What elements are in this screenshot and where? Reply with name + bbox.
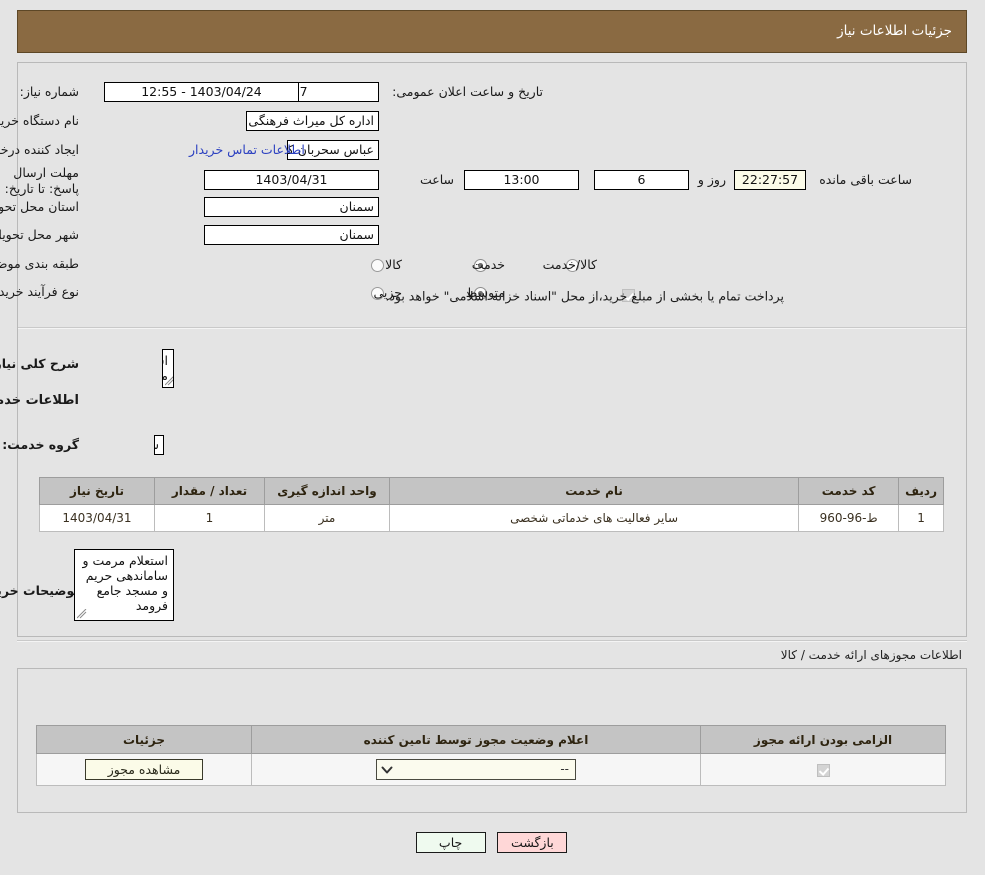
- announce-datetime-value: 1403/04/24 - 12:55: [105, 82, 300, 102]
- back-button[interactable]: بازگشت: [498, 832, 569, 853]
- permit-status-value: --: [561, 762, 570, 776]
- cell-unit: متر: [265, 504, 391, 532]
- cell-name: سایر فعالیت های خدماتی شخصی: [389, 504, 801, 532]
- general-description-textarea[interactable]: استعلام مرمت و ساماندهی حریم و مسجد جامع…: [163, 349, 175, 388]
- treasury-bonds-note: پرداخت تمام یا بخشی از مبلغ خرید،از محل …: [386, 288, 785, 304]
- service-items-table: ردیف کد خدمت نام خدمت واحد اندازه گیری ت…: [40, 477, 945, 532]
- purchase-process-label: نوع فرآیند خرید :: [0, 284, 80, 299]
- buyer-notes-label: توضیحات خریدار:: [0, 583, 80, 598]
- radio-category-kala-khedmat-label: کالا/خدمت: [543, 257, 598, 272]
- delivery-province-value: سمنان: [205, 197, 380, 217]
- buyer-org-value: اداره کل میراث فرهنگی صنایع دستی و گردشگ…: [247, 111, 380, 131]
- permits-row: -- مشاهده مجوز: [37, 753, 947, 786]
- col-permit-status: اعلام وضعیت مجوز توسط تامین کننده: [252, 725, 702, 754]
- col-date: تاریخ نیاز: [40, 477, 156, 505]
- section-divider: [18, 640, 968, 642]
- request-creator-label: ایجاد کننده درخواست:: [0, 142, 80, 157]
- page-title: جزئیات اطلاعات نیاز: [838, 23, 953, 39]
- buyer-org-label: نام دستگاه خریدار:: [0, 113, 80, 128]
- permits-table: الزامی بودن ارائه مجوز اعلام وضعیت مجوز …: [37, 725, 947, 786]
- resize-grip-icon[interactable]: [166, 376, 174, 386]
- cell-radif: 1: [899, 504, 945, 532]
- remaining-days-value: 6: [595, 170, 690, 190]
- delivery-city-label: شهر محل تحویل:: [0, 227, 80, 242]
- print-button[interactable]: چاپ: [416, 832, 487, 853]
- permit-status-select[interactable]: --: [377, 759, 577, 780]
- remaining-days-suffix: روز و: [698, 172, 727, 187]
- chevron-down-icon: [382, 763, 394, 775]
- col-quantity: تعداد / مقدار: [155, 477, 266, 505]
- cell-permit-status: --: [252, 753, 702, 786]
- service-group-value: سایر فعالیت‌های خدماتی: [155, 435, 165, 455]
- cell-permit-required: [701, 753, 947, 786]
- radio-category-khedmat-label: خدمت: [472, 257, 506, 272]
- deadline-date-value: 1403/04/31: [205, 170, 380, 190]
- view-permit-button[interactable]: مشاهده مجوز: [85, 759, 205, 780]
- cell-permit-details: مشاهده مجوز: [37, 753, 253, 786]
- buyer-contact-link[interactable]: اطلاعات تماس خریدار: [190, 142, 306, 157]
- deadline-hour-label: ساعت: [420, 172, 455, 187]
- cell-code: ط-96-960: [799, 504, 901, 532]
- col-unit: واحد اندازه گیری: [265, 477, 391, 505]
- page-root: anaTender .net جزئیات اطلاعات نیاز شماره…: [0, 0, 985, 875]
- cell-quantity: 1: [155, 504, 266, 532]
- col-radif: ردیف: [899, 477, 945, 505]
- announce-datetime-label: تاریخ و ساعت اعلان عمومی:: [393, 84, 544, 99]
- general-description-label: شرح کلی نیاز:: [0, 356, 80, 371]
- buyer-notes-value: استعلام مرمت و ساماندهی حریم و مسجد جامع…: [83, 553, 170, 613]
- col-permit-details: جزئیات: [37, 725, 253, 754]
- need-number-label: شماره نیاز:: [20, 84, 80, 99]
- col-code: کد خدمت: [799, 477, 901, 505]
- deadline-hour-value: 13:00: [465, 170, 580, 190]
- table-header-row: ردیف کد خدمت نام خدمت واحد اندازه گیری ت…: [40, 477, 945, 505]
- services-section-title: اطلاعات خدمات مورد نیاز: [0, 393, 80, 408]
- window-title-bar: جزئیات اطلاعات نیاز: [18, 10, 968, 53]
- cell-date: 1403/04/31: [40, 504, 156, 532]
- remaining-time-suffix: ساعت باقی مانده: [820, 172, 913, 187]
- radio-category-kala-label: کالا: [386, 257, 403, 272]
- radio-category-kala[interactable]: [372, 259, 385, 272]
- response-deadline-label: مهلت ارسال پاسخ: تا تاریخ:: [5, 165, 80, 196]
- buyer-notes-textarea[interactable]: استعلام مرمت و ساماندهی حریم و مسجد جامع…: [75, 549, 175, 621]
- remaining-time-value: 22:27:57: [735, 170, 807, 190]
- footer-button-bar: بازگشت چاپ: [0, 832, 985, 853]
- delivery-city-value: سمنان: [205, 225, 380, 245]
- panel-divider: [19, 327, 967, 329]
- col-permit-required: الزامی بودن ارائه مجوز: [701, 725, 947, 754]
- resize-grip-icon[interactable]: [78, 609, 88, 619]
- table-row: 1 ط-96-960 سایر فعالیت های خدماتی شخصی م…: [40, 504, 945, 532]
- permits-section-title: اطلاعات مجوزهای ارائه خدمت / کالا: [781, 648, 963, 662]
- permits-header-row: الزامی بودن ارائه مجوز اعلام وضعیت مجوز …: [37, 725, 947, 754]
- delivery-province-label: استان محل تحویل:: [0, 199, 80, 214]
- col-name: نام خدمت: [389, 477, 801, 505]
- service-group-label: گروه خدمت:: [3, 437, 80, 452]
- subject-category-label: طبقه بندی موضوعی:: [0, 256, 80, 271]
- permit-required-checkbox: [817, 763, 831, 777]
